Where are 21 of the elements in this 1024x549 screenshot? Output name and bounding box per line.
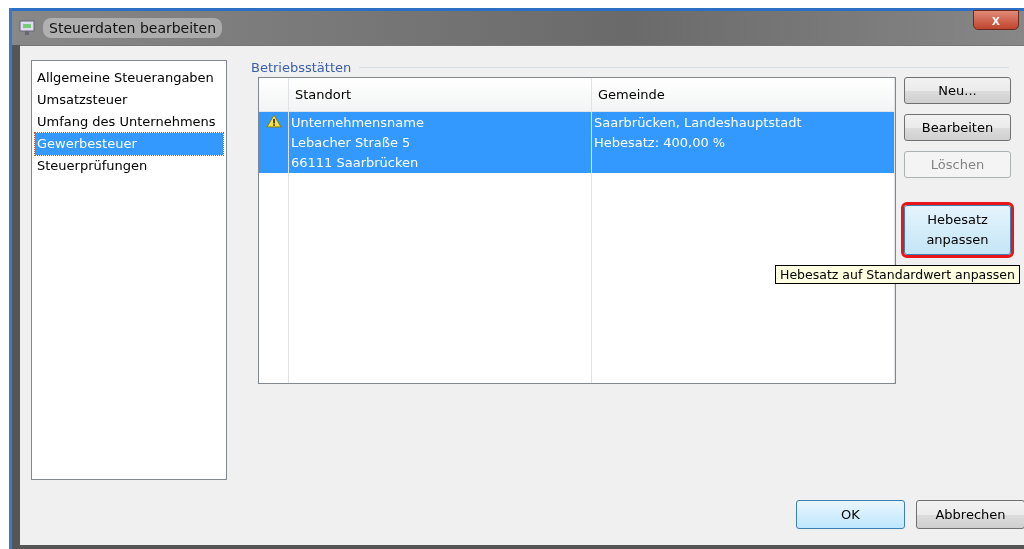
sidebar-item[interactable]: Allgemeine Steuerangaben [35,67,223,89]
sidebar-item[interactable]: Steuerprüfungen [35,155,223,177]
sidebar-item[interactable]: Umfang des Unternehmens [35,111,223,133]
tooltip: Hebesatz auf Standardwert anpassen [775,265,1020,284]
column-header[interactable]: Standort [289,78,592,111]
group-title: Betriebsstätten [251,59,352,75]
monitor-icon [19,20,35,36]
table-cell-text: Lebacher Straße 5 [291,134,412,152]
table-cell-text: Hebesatz: 400,00 % [594,134,727,152]
action-button[interactable]: Hebesatz anpassen [904,205,1011,255]
table-cell-text: Saarbrücken, Landeshauptstadt [594,114,803,132]
action-button[interactable]: Neu... [904,77,1011,104]
window-title: Steuerdaten bearbeiten [43,18,223,38]
action-button[interactable]: Bearbeiten [904,114,1011,141]
sidebar-item[interactable]: Umsatzsteuer [35,89,223,111]
close-button[interactable]: x [973,10,1019,30]
column-header[interactable]: Gemeinde [592,78,895,111]
table-cell-text: Unternehmensname [291,114,425,132]
dialog-button[interactable]: Abbrechen [916,500,1024,529]
table-cell-text: 66111 Saarbrücken [291,154,420,172]
dialog-button[interactable]: OK [796,500,905,529]
